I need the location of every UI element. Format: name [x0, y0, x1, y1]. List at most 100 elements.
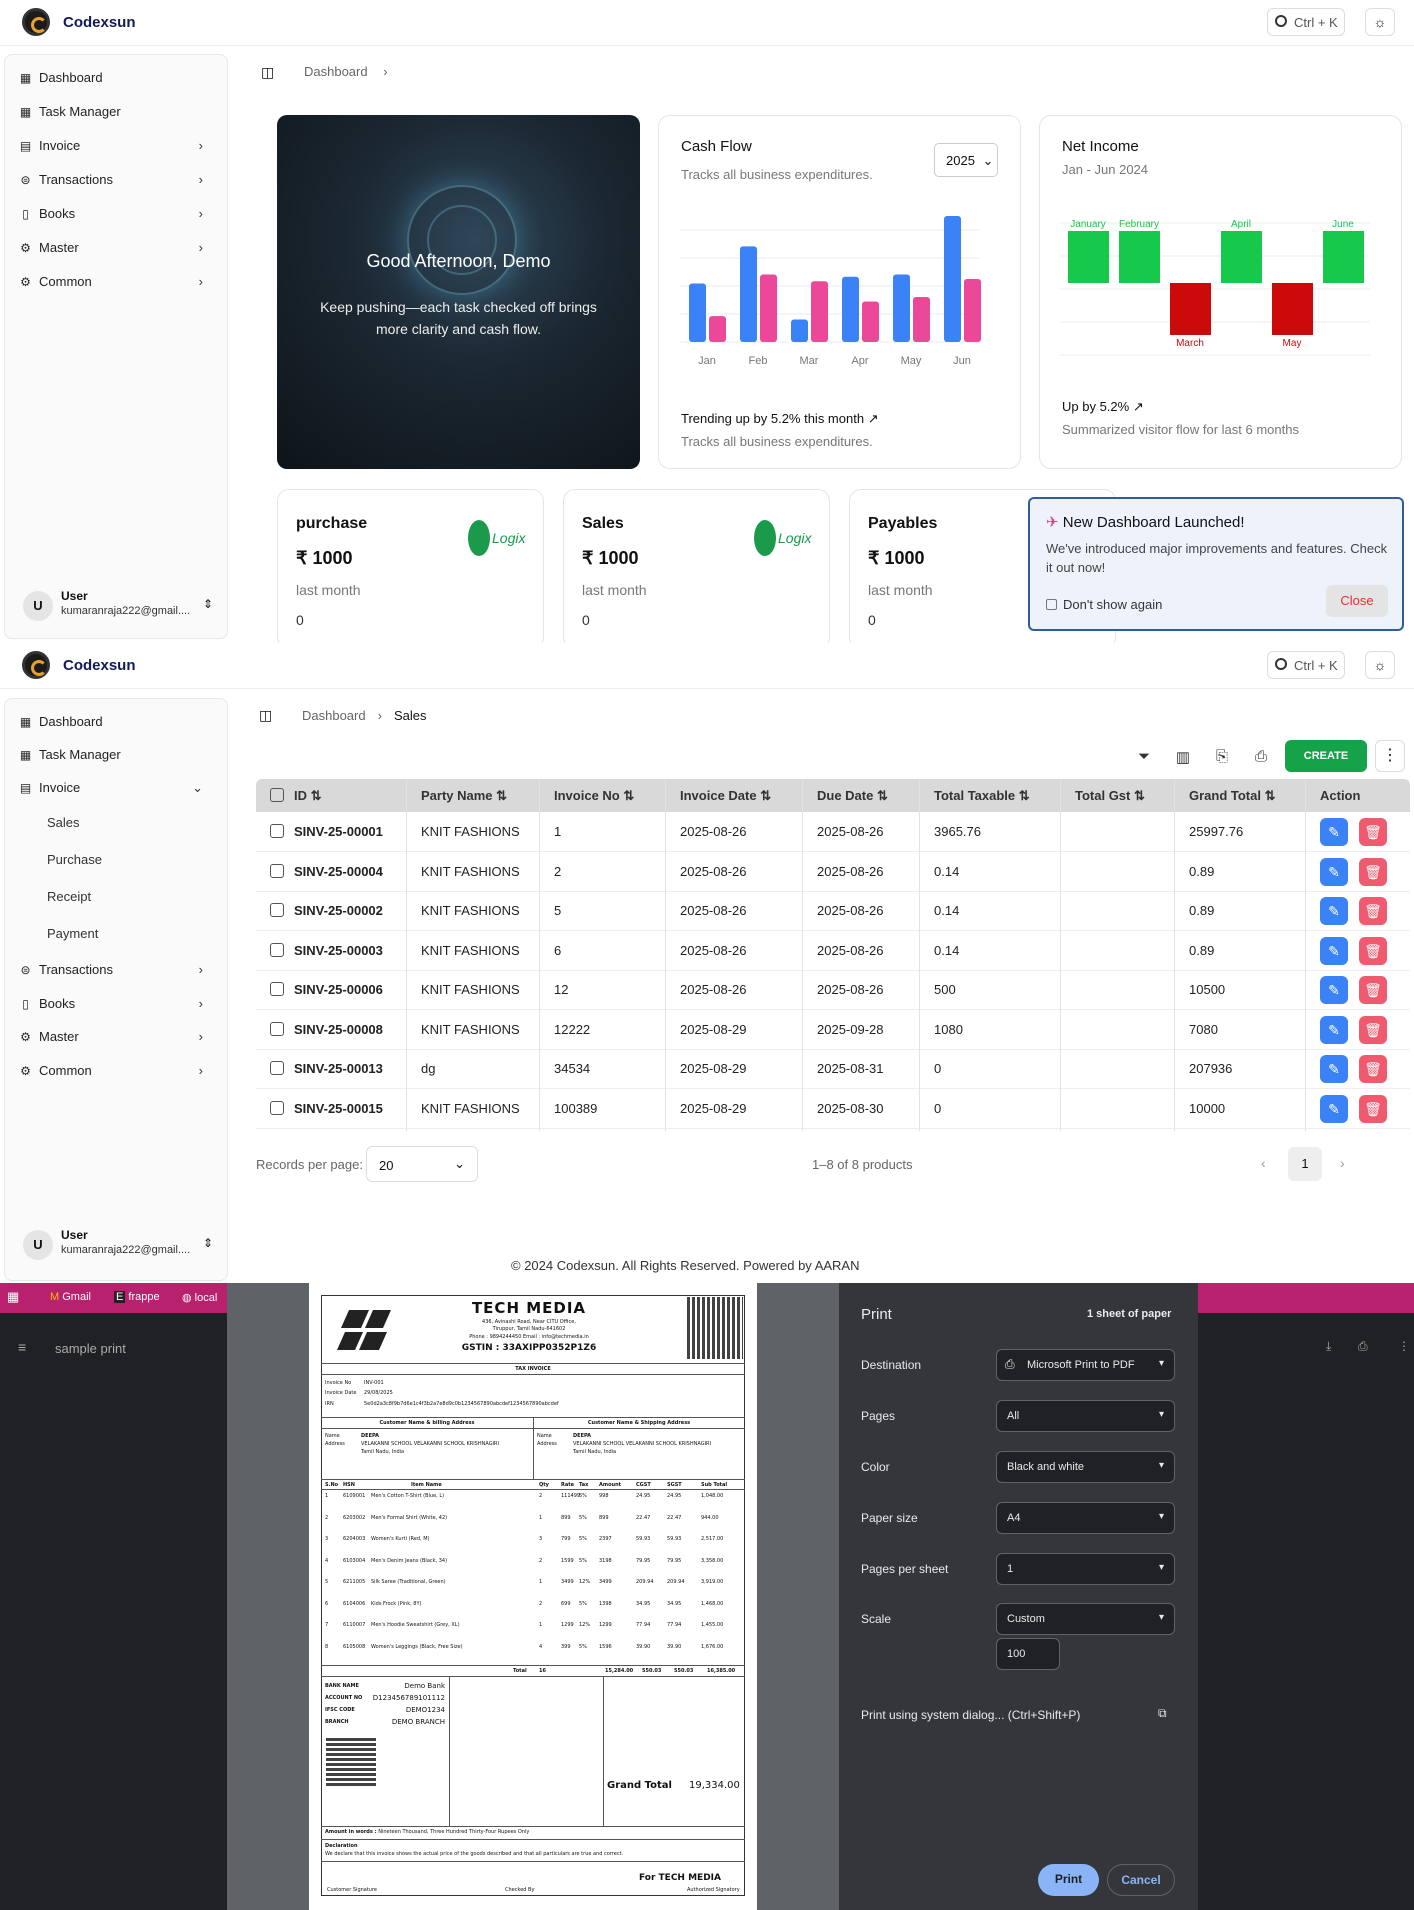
col-header-party[interactable]: Party Name ⇅ — [421, 788, 507, 804]
edit-icon[interactable]: ✎ — [1320, 857, 1348, 886]
delete-icon[interactable]: 🗑 — [1359, 857, 1387, 886]
destination-select[interactable]: ⎙ Microsoft Print to PDF — [996, 1349, 1175, 1381]
edit-icon[interactable]: ✎ — [1320, 1094, 1348, 1123]
breadcrumb-dashboard[interactable]: Dashboard — [304, 64, 368, 79]
row-checkbox[interactable] — [270, 1061, 284, 1075]
sidebar-subitem-receipt[interactable]: Receipt — [47, 889, 91, 904]
search-button[interactable]: Ctrl + K — [1267, 8, 1345, 36]
more-options-icon[interactable]: ⋮ — [1398, 1339, 1410, 1353]
apps-icon[interactable]: ▦ — [7, 1289, 19, 1305]
edit-icon[interactable]: ✎ — [1320, 936, 1348, 965]
theme-toggle-button[interactable]: ☼ — [1365, 8, 1395, 36]
col-header-id[interactable]: ID ⇅ — [294, 788, 322, 804]
system-dialog-link[interactable]: Print using system dialog... (Ctrl+Shift… — [861, 1708, 1080, 1722]
page-number-button[interactable]: 1 — [1288, 1147, 1322, 1181]
color-select[interactable]: Black and white — [996, 1451, 1175, 1483]
row-checkbox[interactable] — [270, 903, 284, 917]
year-select[interactable]: 2025 ⌄ — [934, 143, 998, 177]
sidebar-item-task-manager[interactable]: ▦ Task Manager — [19, 104, 219, 124]
theme-toggle-button[interactable]: ☼ — [1365, 651, 1395, 679]
more-options-icon[interactable]: ⋮ — [1375, 740, 1405, 772]
user-menu[interactable]: U User kumaranraja222@gmail.... ⇕ — [19, 587, 219, 627]
sidebar-item-master[interactable]: ⚙ Master › — [19, 240, 219, 260]
close-button[interactable]: Close — [1326, 585, 1388, 617]
sidebar-item-task-manager[interactable]: ▦ Task Manager — [19, 747, 219, 767]
delete-icon[interactable]: 🗑 — [1359, 818, 1387, 846]
edit-icon[interactable]: ✎ — [1320, 1015, 1348, 1044]
edit-icon[interactable]: ✎ — [1320, 1055, 1348, 1083]
table-row[interactable]: SINV-25-00002 KNIT FASHIONS 5 2025-08-26 202… — [256, 891, 1410, 931]
stat-card-purchase[interactable]: purchase ₹ 1000 last month 0 Logix — [277, 489, 544, 649]
sidebar-item-common[interactable]: ⚙ Common › — [19, 1063, 219, 1083]
sidebar-item-books[interactable]: ▯ Books › — [19, 206, 219, 226]
delete-icon[interactable]: 🗑 — [1359, 976, 1387, 1004]
sidebar-item-books[interactable]: ▯ Books › — [19, 996, 219, 1016]
col-header-total-gst[interactable]: Total Gst ⇅ — [1075, 788, 1145, 804]
edit-icon[interactable]: ✎ — [1320, 976, 1348, 1004]
delete-icon[interactable]: 🗑 — [1359, 897, 1387, 925]
sidebar-item-invoice[interactable]: ▤ Invoice › — [19, 138, 219, 158]
table-row[interactable]: SINV-25-00008 KNIT FASHIONS 12222 2025-08-2… — [256, 1010, 1410, 1050]
sidebar-item-transactions[interactable]: ⊜ Transactions › — [19, 172, 219, 192]
bookmark-frappe[interactable]: E frappe — [114, 1291, 160, 1303]
export-icon[interactable]: ⎘ — [1212, 748, 1232, 768]
row-checkbox[interactable] — [270, 863, 284, 878]
sidebar-item-dashboard[interactable]: ▦ Dashboard — [19, 70, 219, 90]
download-icon[interactable]: ⤓ — [1326, 1339, 1331, 1354]
records-per-page-select[interactable]: 20 ⌄ — [366, 1146, 478, 1182]
columns-icon[interactable]: ▥ — [1173, 748, 1193, 768]
delete-icon[interactable]: 🗑 — [1359, 1094, 1387, 1123]
print-button[interactable]: Print — [1038, 1864, 1099, 1896]
sidebar-item-invoice[interactable]: ▤ Invoice ⌄ — [19, 780, 219, 800]
prev-page-icon[interactable]: ‹ — [1261, 1155, 1266, 1171]
col-header-due-date[interactable]: Due Date ⇅ — [817, 788, 888, 804]
row-checkbox[interactable] — [270, 942, 284, 957]
paper-size-select[interactable]: A4 — [996, 1502, 1175, 1534]
search-button[interactable]: Ctrl + K — [1267, 651, 1345, 679]
sidebar-item-transactions[interactable]: ⊜ Transactions › — [19, 962, 219, 982]
bookmark-gmail[interactable]: M Gmail — [50, 1291, 91, 1303]
sidebar-toggle-icon[interactable]: ◫ — [259, 707, 272, 724]
breadcrumb-dashboard[interactable]: Dashboard — [302, 708, 366, 723]
stat-card-sales[interactable]: Sales ₹ 1000 last month 0 Logix — [563, 489, 830, 649]
sidebar-toggle-icon[interactable]: ◫ — [261, 64, 274, 81]
sidebar-subitem-payment[interactable]: Payment — [47, 926, 98, 941]
row-checkbox[interactable] — [270, 1021, 284, 1036]
delete-icon[interactable]: 🗑 — [1359, 1055, 1387, 1083]
pages-per-sheet-select[interactable]: 1 — [996, 1553, 1175, 1585]
col-header-total-taxable[interactable]: Total Taxable ⇅ — [934, 788, 1030, 804]
table-row[interactable]: SINV-25-00006 KNIT FASHIONS 12 2025-08-26 20… — [256, 970, 1410, 1010]
row-checkbox[interactable] — [270, 824, 284, 838]
col-header-grand-total[interactable]: Grand Total ⇅ — [1189, 788, 1276, 804]
bookmark-local[interactable]: ◍ local — [182, 1291, 217, 1304]
user-menu[interactable]: U User kumaranraja222@gmail.... ⇕ — [19, 1226, 219, 1266]
row-checkbox[interactable] — [270, 1100, 284, 1115]
edit-icon[interactable]: ✎ — [1320, 897, 1348, 925]
printer-icon[interactable]: ⎙ — [1358, 1339, 1368, 1354]
table-row[interactable]: SINV-25-00004 KNIT FASHIONS 2 2025-08-26 202… — [256, 852, 1410, 892]
create-button[interactable]: CREATE — [1285, 740, 1367, 772]
menu-icon[interactable]: ≡ — [18, 1339, 26, 1355]
col-header-invoice-no[interactable]: Invoice No ⇅ — [554, 788, 634, 804]
row-checkbox[interactable] — [270, 982, 284, 996]
sidebar-item-dashboard[interactable]: ▦ Dashboard — [19, 714, 219, 734]
external-link-icon[interactable]: ⧉ — [1158, 1706, 1167, 1721]
cancel-button[interactable]: Cancel — [1107, 1864, 1175, 1896]
table-row[interactable]: SINV-25-00001 KNIT FASHIONS 1 2025-08-26 202… — [256, 812, 1410, 852]
col-header-invoice-date[interactable]: Invoice Date ⇅ — [680, 788, 771, 804]
table-row[interactable]: SINV-25-00015 KNIT FASHIONS 100389 2025-08-… — [256, 1089, 1410, 1129]
filter-icon[interactable]: ⏷ — [1134, 748, 1154, 768]
table-row[interactable]: SINV-25-00003 KNIT FASHIONS 6 2025-08-26 202… — [256, 931, 1410, 971]
sidebar-subitem-purchase[interactable]: Purchase — [47, 852, 102, 867]
table-row[interactable]: SINV-25-00013 dg 34534 2025-08-29 2025-08-31… — [256, 1049, 1410, 1089]
printer-icon[interactable]: ⎙ — [1251, 748, 1271, 768]
select-all-checkbox[interactable] — [270, 788, 284, 802]
scale-input[interactable]: 100 — [996, 1638, 1060, 1670]
sidebar-subitem-sales[interactable]: Sales — [47, 815, 80, 830]
edit-icon[interactable]: ✎ — [1320, 818, 1348, 846]
scale-select[interactable]: Custom — [996, 1603, 1175, 1635]
sidebar-item-common[interactable]: ⚙ Common › — [19, 274, 219, 294]
delete-icon[interactable]: 🗑 — [1359, 1015, 1387, 1044]
next-page-icon[interactable]: › — [1340, 1155, 1345, 1171]
pages-select[interactable]: All — [996, 1400, 1175, 1432]
